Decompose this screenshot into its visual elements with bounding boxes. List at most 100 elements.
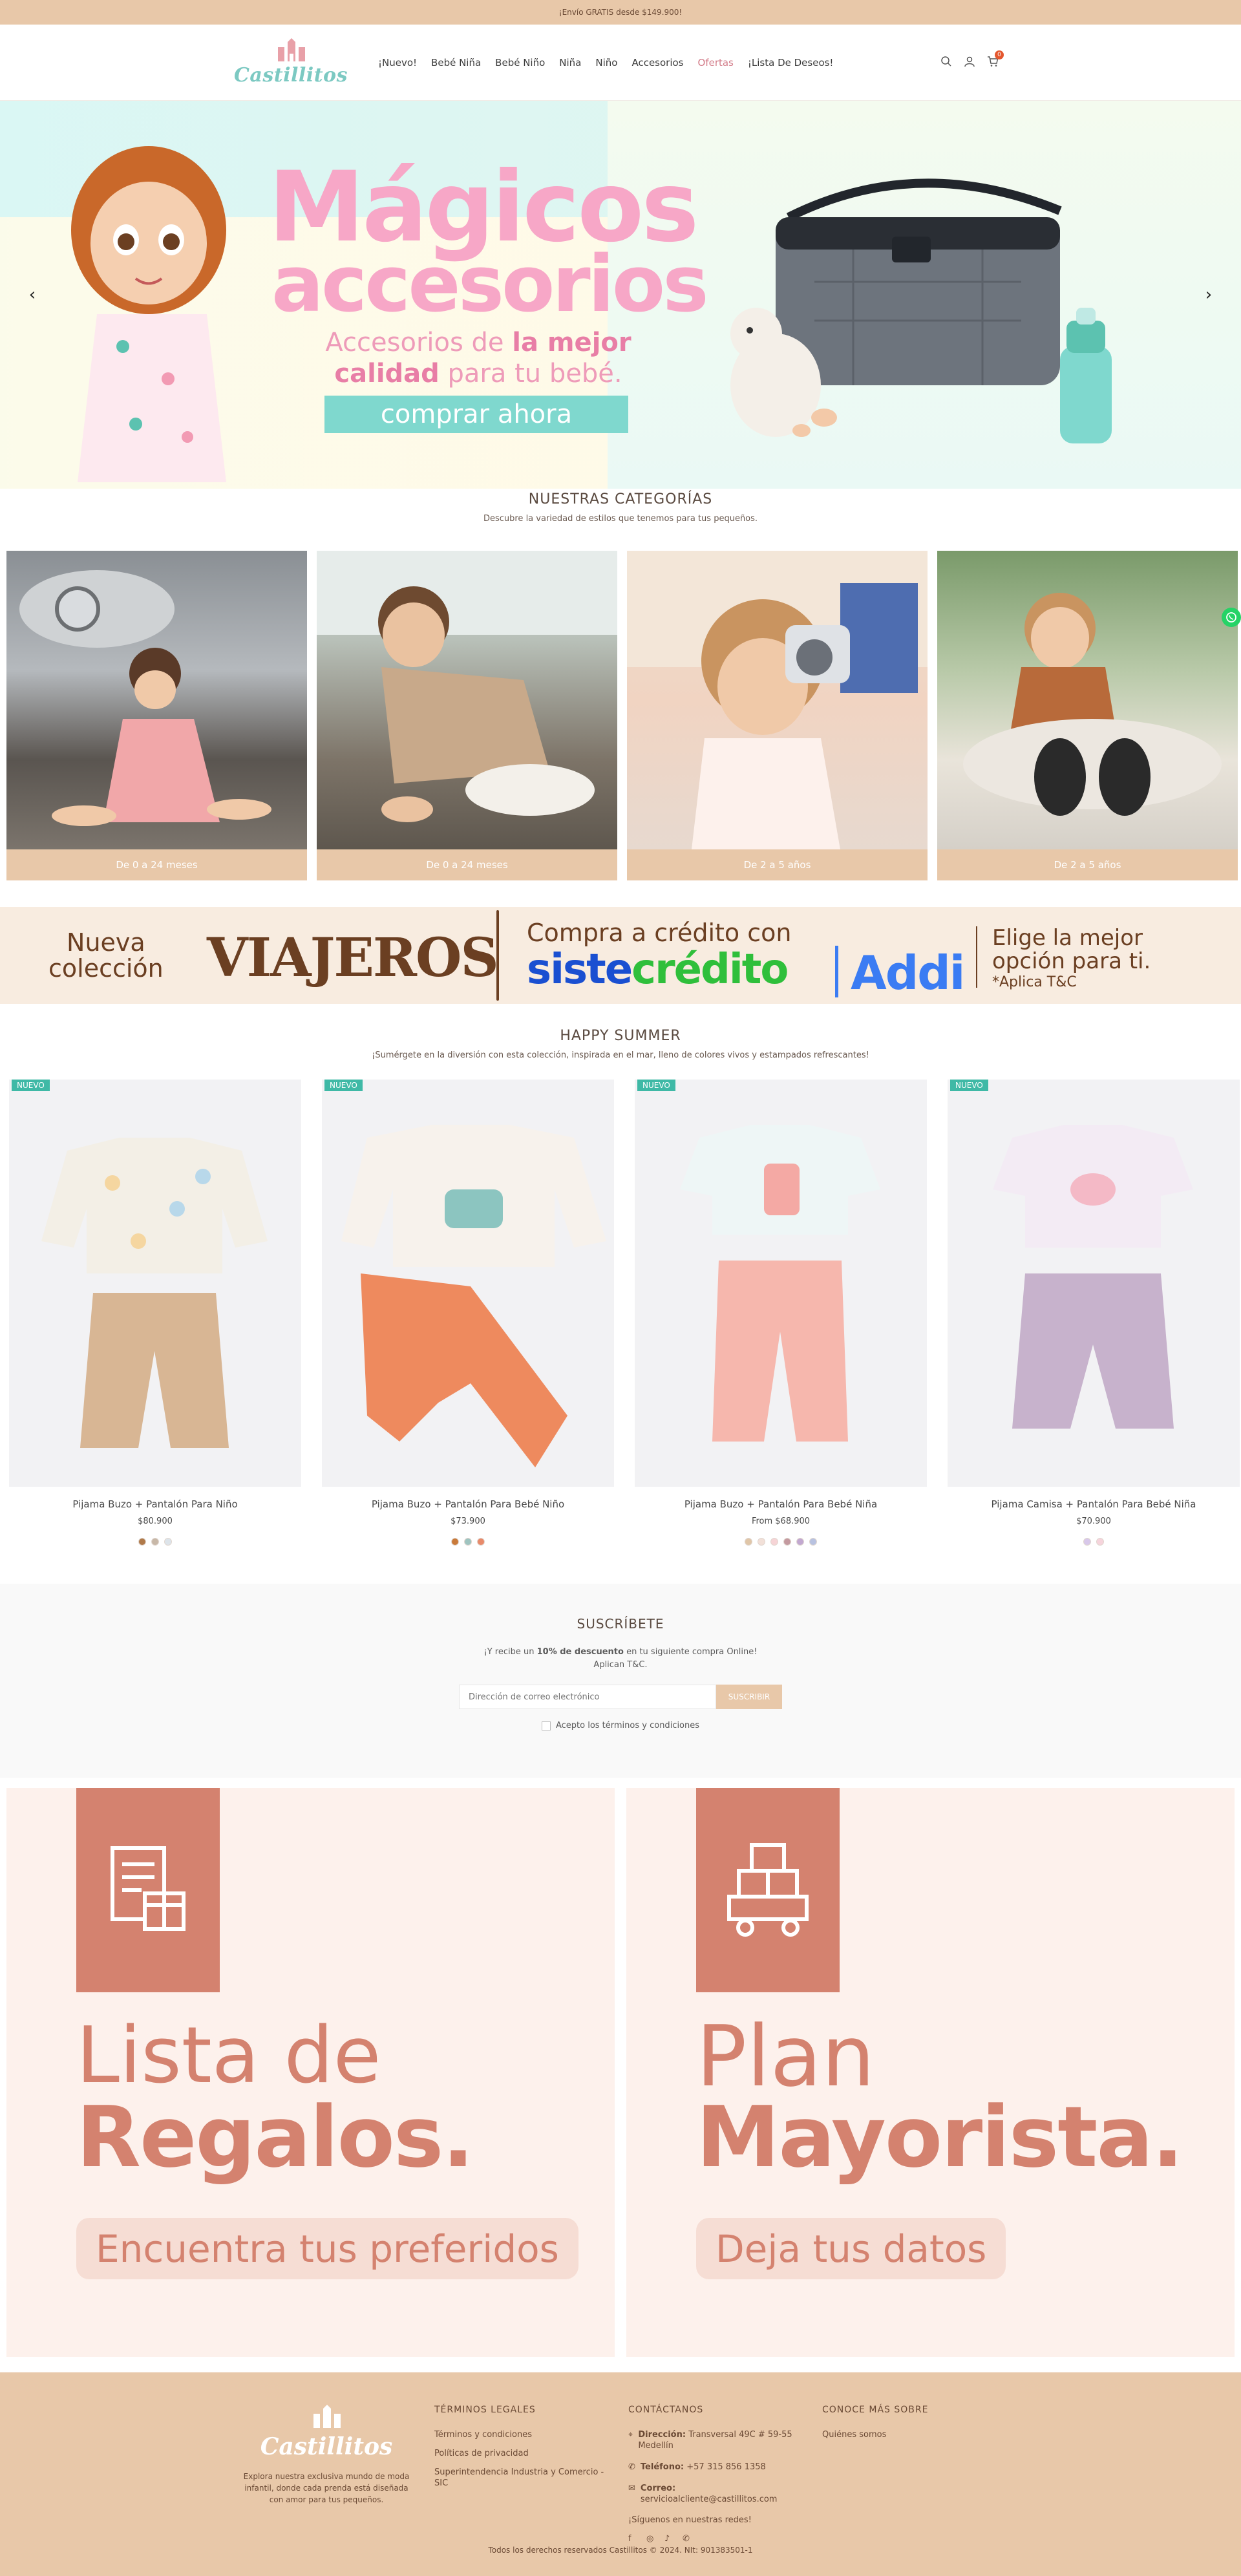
product-card[interactable]: NUEVO Pijama Buzo + Pantalón Para Bebé N…	[322, 1080, 614, 1546]
nav-item-nino[interactable]: Niño	[595, 57, 617, 69]
color-swatch[interactable]	[138, 1538, 146, 1546]
whatsapp-chat-button[interactable]	[1222, 608, 1241, 627]
color-swatch[interactable]	[451, 1538, 459, 1546]
product-image[interactable]: NUEVO	[948, 1080, 1240, 1487]
footer-legal-column: TÉRMINOS LEGALES Términos y condiciones …	[434, 2405, 609, 2496]
product-price: $80.900	[138, 1517, 173, 1526]
sippy-cup-image	[1060, 308, 1112, 443]
logo-text: Castillitos	[234, 64, 348, 87]
nav-item-ofertas[interactable]: Ofertas	[698, 57, 734, 69]
footer-link-about[interactable]: Quiénes somos	[822, 2429, 997, 2440]
gift-list-tile[interactable]: Lista de Regalos. Encuentra tus preferid…	[6, 1788, 615, 2357]
footer-castle-icon	[313, 2405, 341, 2428]
footer-logo-text[interactable]: Castillitos	[239, 2433, 414, 2460]
footer-phone[interactable]: +57 315 856 1358	[686, 2462, 766, 2472]
new-badge: NUEVO	[950, 1080, 988, 1091]
terms-checkbox[interactable]	[541, 1721, 551, 1730]
facebook-icon[interactable]: f	[628, 2534, 637, 2544]
user-icon[interactable]	[964, 56, 975, 67]
color-swatch[interactable]	[758, 1538, 765, 1546]
boy-sitting-photo	[963, 593, 1222, 816]
tiktok-icon[interactable]: ♪	[664, 2534, 674, 2544]
footer-link-privacy[interactable]: Políticas de privacidad	[434, 2448, 609, 2459]
nav-item-accesorios[interactable]: Accesorios	[631, 57, 683, 69]
search-icon[interactable]	[940, 56, 952, 67]
sistecredito-part1: siste	[527, 946, 633, 994]
product-card[interactable]: NUEVO Pijama Buzo + Pantalón Para Bebé N…	[635, 1080, 927, 1546]
product-card[interactable]: NUEVO Pijama Camisa + Pantalón Para Bebé…	[948, 1080, 1240, 1546]
footer-link-sic[interactable]: Superintendencia Industria y Comercio - …	[434, 2467, 609, 2489]
color-swatch[interactable]	[770, 1538, 778, 1546]
product-name[interactable]: Pijama Buzo + Pantalón Para Niño	[9, 1498, 301, 1510]
color-swatch[interactable]	[1083, 1538, 1091, 1546]
site-logo[interactable]: Castillitos	[234, 34, 347, 92]
nav-item-bebe-nino[interactable]: Bebé Niño	[495, 57, 545, 69]
instagram-icon[interactable]: ◎	[646, 2534, 655, 2544]
promo-elige-line2: opción para ti.	[992, 948, 1151, 974]
category-card[interactable]: De 0 a 24 meses	[6, 551, 307, 880]
color-swatch[interactable]	[796, 1538, 804, 1546]
category-image	[6, 551, 307, 849]
product-price: $70.900	[1076, 1517, 1111, 1526]
nav-item-nuevo[interactable]: ¡Nuevo!	[378, 57, 417, 69]
gift-list-cta[interactable]: Encuentra tus preferidos	[76, 2218, 578, 2279]
product-image[interactable]: NUEVO	[635, 1080, 927, 1487]
footer-more-title: CONOCE MÁS SOBRE	[822, 2405, 929, 2415]
footer-link-terms[interactable]: Términos y condiciones	[434, 2429, 609, 2440]
location-pin-icon: ⌖	[628, 2430, 633, 2440]
product-name[interactable]: Pijama Camisa + Pantalón Para Bebé Niña	[948, 1498, 1240, 1510]
category-card[interactable]: De 0 a 24 meses	[317, 551, 617, 880]
wholesale-tile[interactable]: Plan Mayorista. Deja tus datos	[626, 1788, 1235, 2357]
category-card[interactable]: De 2 a 5 años	[937, 551, 1238, 880]
product-image[interactable]: NUEVO	[9, 1080, 301, 1487]
color-swatch[interactable]	[477, 1538, 485, 1546]
wholesale-icon	[696, 1788, 840, 1992]
gift-list-title-line1: Lista de	[76, 2011, 381, 2101]
wholesale-title-line1: Plan	[696, 2007, 875, 2105]
pajama-photo	[341, 1125, 606, 1467]
footer-logo-block: Castillitos Explora nuestra exclusiva mu…	[239, 2405, 414, 2506]
footer-legal-title: TÉRMINOS LEGALES	[434, 2405, 536, 2415]
promo-coleccion-text: colección	[48, 954, 164, 983]
hero-banner[interactable]: Mágicos accesorios Accesorios de la mejo…	[0, 101, 1241, 489]
color-swatch[interactable]	[809, 1538, 817, 1546]
color-swatch[interactable]	[745, 1538, 752, 1546]
email-input[interactable]	[459, 1685, 716, 1709]
promo-banner[interactable]: Nueva colección VIAJEROS Compra a crédit…	[0, 907, 1241, 1004]
hero-next-arrow-icon[interactable]: ›	[1199, 285, 1218, 304]
sistecredito-part2: crédito	[631, 946, 789, 994]
nav-item-bebe-nina[interactable]: Bebé Niña	[431, 57, 481, 69]
category-label: De 0 a 24 meses	[317, 849, 617, 880]
subscribe-text-pre: ¡Y recibe un	[483, 1647, 537, 1657]
gift-list-title-line2: Regalos.	[76, 2088, 474, 2186]
nav-item-nina[interactable]: Niña	[559, 57, 581, 69]
footer-address-row: ⌖ Dirección: Transversal 49C # 59-55 Med…	[628, 2429, 803, 2451]
hero-prev-arrow-icon[interactable]: ‹	[23, 285, 42, 304]
product-name[interactable]: Pijama Buzo + Pantalón Para Bebé Niño	[322, 1498, 614, 1510]
baby-boy-photo	[317, 551, 617, 822]
color-swatch[interactable]	[151, 1538, 159, 1546]
product-card[interactable]: NUEVO Pijama Buzo + Pantalón Para Niño $…	[9, 1080, 301, 1546]
promo-divider-blue	[835, 946, 838, 997]
wholesale-cta[interactable]: Deja tus datos	[696, 2218, 1006, 2279]
category-card[interactable]: De 2 a 5 años	[627, 551, 928, 880]
cart-count-badge: 0	[995, 50, 1004, 59]
footer-email[interactable]: servicioalcliente@castillitos.com	[641, 2495, 778, 2504]
color-swatch[interactable]	[164, 1538, 172, 1546]
color-swatch[interactable]	[464, 1538, 472, 1546]
product-name[interactable]: Pijama Buzo + Pantalón Para Bebé Niña	[635, 1498, 927, 1510]
product-image[interactable]: NUEVO	[322, 1080, 614, 1487]
doll-image	[71, 146, 226, 482]
subscribe-button[interactable]: SUSCRIBIR	[716, 1685, 782, 1709]
color-swatch[interactable]	[1096, 1538, 1104, 1546]
color-swatch[interactable]	[783, 1538, 791, 1546]
color-swatches	[9, 1538, 301, 1546]
footer-phone-row: ✆ Teléfono: +57 315 856 1358	[628, 2462, 803, 2473]
hero-cta-button[interactable]: comprar ahora	[324, 396, 628, 433]
cart-button[interactable]: 0	[987, 50, 1004, 67]
nav-item-lista-deseos[interactable]: ¡Lista De Deseos!	[748, 57, 834, 69]
promo-choose-text: Elige la mejor opción para ti.	[992, 926, 1151, 973]
whatsapp-icon[interactable]: ✆	[683, 2534, 692, 2544]
terms-checkbox-row[interactable]: Acepto los términos y condiciones	[0, 1721, 1241, 1730]
subscribe-text-line2: Aplican T&C.	[593, 1660, 648, 1670]
